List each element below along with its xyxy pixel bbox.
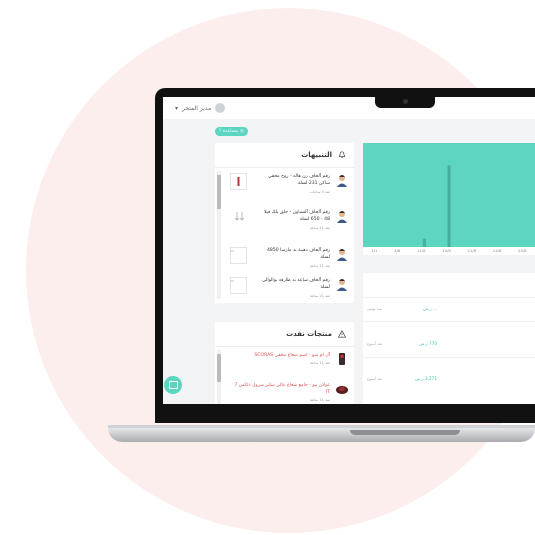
products-title: منتجات نفدت: [286, 330, 332, 338]
product-image: [336, 386, 348, 394]
chart-x-tick-label: 24/8: [492, 248, 502, 253]
feed-row: منذ أسبوع 770 ر.س: [367, 341, 437, 346]
product-item[interactable]: عولان بيو - جامع شعاع عالي سلتر شرول ذلك…: [227, 382, 349, 402]
chart-x-tick-label: 11/8: [417, 248, 426, 253]
laptop-screen: مدير المتجر ▾ مساعدة ؟ ◎ التنبيهات رقم آ…: [163, 97, 535, 404]
notification-item[interactable]: رقم آلحاف آلسباون - حلق بلك فيلا 48 - 65…: [227, 209, 349, 230]
notification-item[interactable]: رقم آلحاف رن هاله - روح مخفي ساكن 231 لس…: [227, 173, 349, 194]
products-scrollbar[interactable]: [217, 350, 221, 404]
user-menu[interactable]: مدير المتجر ▾: [175, 103, 226, 113]
top-bar: مدير المتجر ▾: [163, 97, 535, 119]
feed-row: منذ يومين ... ر.س: [367, 306, 437, 311]
chevron-down-icon: ▾: [175, 104, 179, 112]
notifications-title: التنبيهات: [301, 151, 332, 159]
out-of-stock-panel: منتجات نفدت آل ام ميو - اسم شعاع مخفي SC…: [215, 322, 354, 404]
user-name: مدير المتجر: [182, 104, 212, 112]
chart-x-tick-label: 25/8: [518, 248, 527, 253]
chart-x-axis: 1/1 4/8 11/8 14/8 21/8 24/8 25/8: [363, 247, 535, 255]
camera-icon: [403, 99, 408, 104]
broken-image-icon: ▫: [230, 247, 247, 264]
user-avatar-icon: [337, 175, 347, 187]
chart-bar: [422, 238, 426, 247]
bell-icon: [338, 151, 346, 158]
notifications-header: التنبيهات: [215, 143, 354, 168]
warning-icon: [338, 330, 346, 338]
feed-row: منذ أسبوع 3,271 ر.س: [367, 376, 437, 381]
chart-x-tick-label: 21/8: [467, 248, 477, 253]
chart-x-tick-label: 1/1: [371, 248, 378, 253]
products-header: منتجات نفدت: [215, 322, 354, 347]
chart-bar: [447, 165, 451, 247]
chart-x-tick-label: 4/8: [394, 248, 401, 253]
product-item[interactable]: آل ام ميو - اسم شعاع مخفي SCORAS منذ 11 …: [227, 352, 349, 366]
orders-feed: منذ يومين ... ر.س منذ أسبوع 770 ر.س منذ …: [363, 273, 535, 404]
sales-bar-chart: [363, 143, 535, 253]
chart-x-tick-label: 14/8: [442, 248, 451, 253]
chat-button[interactable]: [164, 376, 182, 394]
broken-image-icon: ▫: [230, 277, 247, 294]
user-avatar-icon: [337, 211, 347, 223]
notification-item[interactable]: ▫ رقم آلحاف ساعة بد طارقة بوالوالي لسلة …: [227, 277, 349, 298]
avatar: [215, 103, 226, 113]
notifications-scrollbar[interactable]: [217, 171, 221, 299]
laptop-base: [108, 428, 535, 442]
laptop-hinge: [350, 430, 460, 435]
notification-item[interactable]: ▫ رقم آلحاف دهيبة بد مازمبا 4850 لسلة من…: [227, 247, 349, 268]
help-badge[interactable]: مساعدة ؟ ◎: [215, 127, 248, 136]
divider: [363, 297, 535, 298]
notifications-panel: التنبيهات رقم آلحاف رن هاله - روح مخفي س…: [215, 143, 354, 303]
product-thumbnail: [230, 173, 247, 190]
arrows-down-icon: [232, 209, 247, 224]
user-avatar-icon: [337, 249, 347, 261]
product-image: [339, 353, 345, 365]
chat-icon: [168, 381, 178, 389]
divider: [363, 357, 535, 358]
globe-icon: ◎: [240, 129, 244, 134]
divider: [363, 321, 535, 322]
user-avatar-icon: [337, 279, 347, 291]
